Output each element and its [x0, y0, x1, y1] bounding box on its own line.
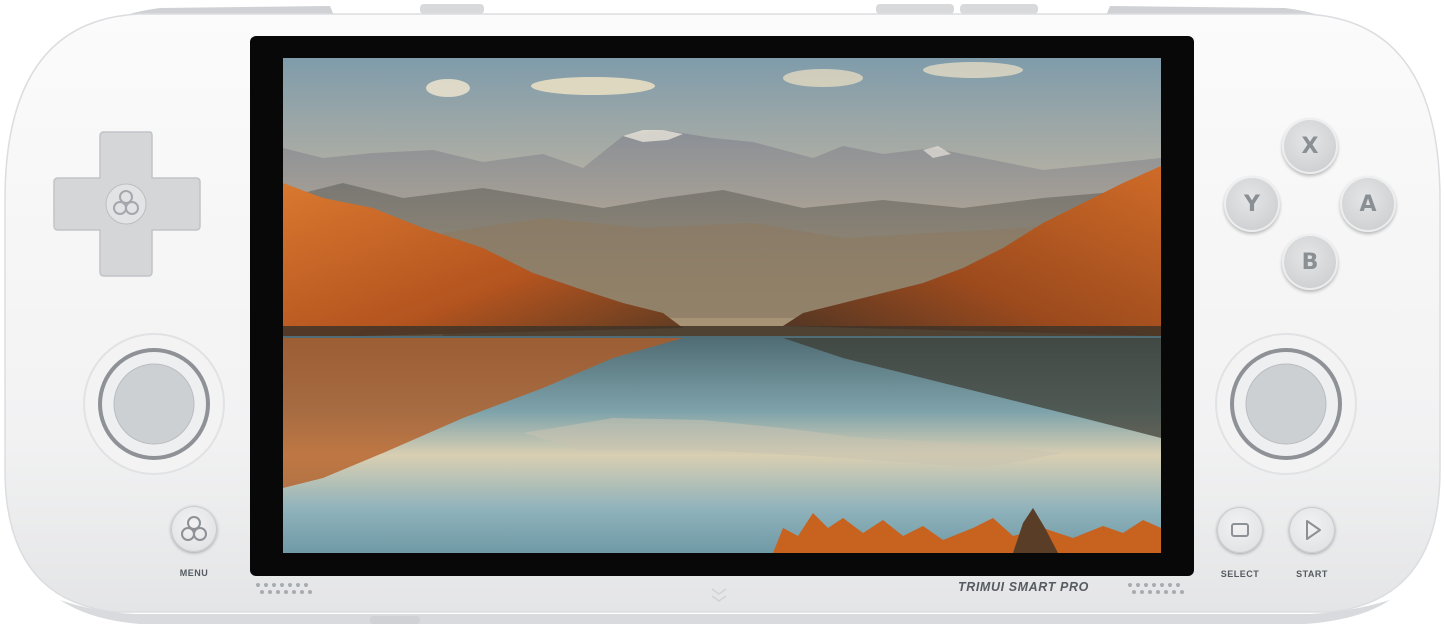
- menu-button[interactable]: [171, 506, 217, 552]
- menu-label: MENU: [179, 568, 209, 578]
- b-button-label: B: [1301, 249, 1319, 275]
- select-button[interactable]: [1217, 507, 1263, 553]
- dpad[interactable]: [52, 130, 202, 278]
- right-speaker-grille: [1128, 583, 1184, 594]
- left-speaker-grille: [256, 583, 312, 594]
- start-icon: [1306, 520, 1321, 540]
- select-label: SELECT: [1220, 569, 1260, 579]
- menu-icon: [181, 516, 207, 541]
- left-analog-stick[interactable]: [82, 332, 226, 476]
- screen-display: [283, 58, 1161, 553]
- y-button[interactable]: Y: [1224, 176, 1280, 232]
- a-button-label: A: [1359, 191, 1377, 217]
- select-icon: [1231, 523, 1249, 537]
- x-button-label: X: [1301, 133, 1319, 159]
- brand-label: TRIMUI SMART PRO: [958, 580, 1089, 594]
- right-analog-stick[interactable]: [1214, 332, 1358, 476]
- chevron-down-icon: [711, 588, 727, 602]
- start-label: START: [1296, 569, 1328, 579]
- x-button[interactable]: X: [1282, 118, 1338, 174]
- a-button[interactable]: A: [1340, 176, 1396, 232]
- b-button[interactable]: B: [1282, 234, 1338, 290]
- y-button-label: Y: [1244, 191, 1260, 217]
- handheld-console: X Y A B MENU SELECT START TRIMUI SMART P…: [0, 0, 1445, 643]
- start-button[interactable]: [1289, 507, 1335, 553]
